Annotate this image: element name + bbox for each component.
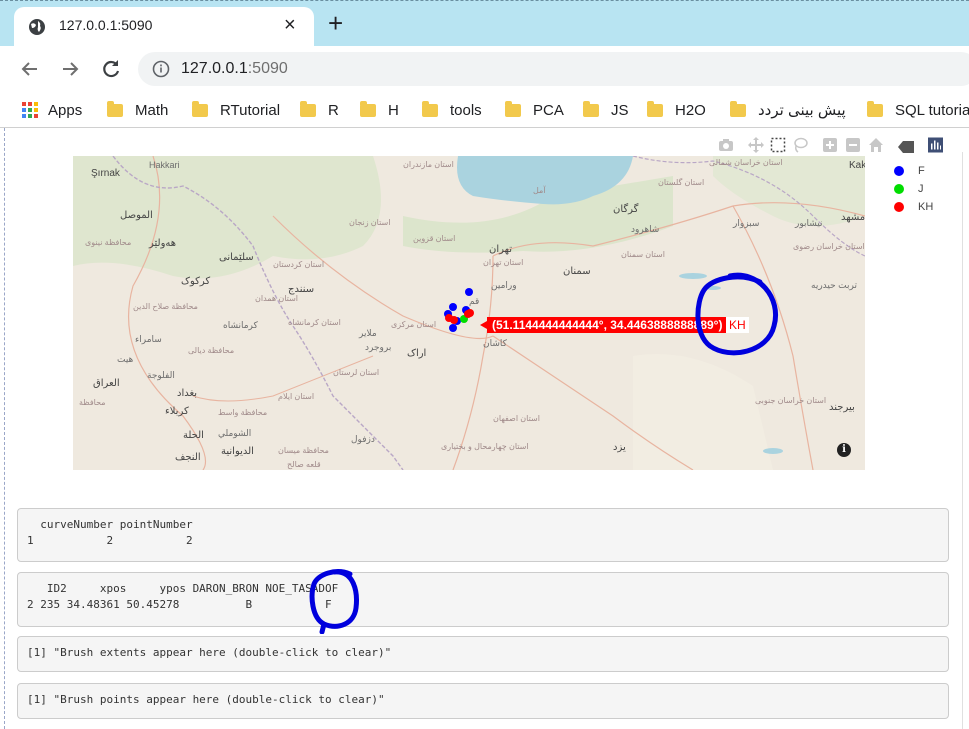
globe-icon: [29, 19, 45, 35]
legend-item-j[interactable]: J: [890, 181, 960, 199]
folder-icon: [360, 100, 376, 117]
bookmark-label: SQL tutoria: [895, 101, 969, 119]
page-guide-line: [4, 128, 5, 729]
bookmark-label: JS: [611, 101, 629, 119]
bookmark-label: PCA: [533, 101, 564, 119]
folder-icon: [867, 100, 883, 117]
marker-kh[interactable]: [450, 316, 458, 324]
folder-icon: [730, 100, 746, 117]
bookmark-h[interactable]: H: [360, 100, 399, 120]
browser-toolbar: 127.0.0.1:5090: [0, 46, 969, 92]
folder-icon: [300, 100, 316, 117]
tab-strip: 127.0.0.1:5090 × +: [0, 0, 969, 47]
bookmark-sql-tutorial[interactable]: SQL tutoria: [867, 100, 969, 120]
brush-points-output: [1] "Brush points appear here (double-cl…: [17, 683, 949, 719]
url-port: :5090: [247, 60, 288, 77]
hover-tooltip: (51.1144444444444°, 34.4463888888889°): [479, 317, 728, 333]
bookmark-label: H2O: [675, 101, 706, 119]
map-legend: F J KH: [890, 163, 960, 217]
bookmark-r[interactable]: R: [300, 100, 339, 120]
brush-extents-output: [1] "Brush extents appear here (double-c…: [17, 636, 949, 672]
plotly-logo-icon[interactable]: [928, 137, 943, 153]
attribution-info-icon[interactable]: i: [837, 443, 851, 457]
tab-title: 127.0.0.1:5090: [59, 17, 153, 33]
hover-tooltip-series: KH: [726, 317, 749, 333]
bookmark-h2o[interactable]: H2O: [647, 100, 706, 120]
page-divider: [962, 152, 963, 729]
legend-marker: [894, 184, 904, 194]
legend-label: KH: [918, 201, 934, 213]
marker-f[interactable]: [449, 303, 457, 311]
bookmark-math[interactable]: Math: [107, 100, 168, 120]
marker-layer: [444, 288, 474, 332]
folder-icon: [647, 100, 663, 117]
bookmark-rtutorial[interactable]: RTutorial: [192, 100, 280, 120]
selected-row-output: ID2 xpos ypos DARON_BRON NOE_TASADOF 2 2…: [17, 572, 949, 627]
zoom-out-icon[interactable]: [846, 137, 860, 153]
bookmark-js[interactable]: JS: [583, 100, 629, 120]
folder-icon: [583, 100, 599, 117]
marker-f[interactable]: [449, 324, 457, 332]
bookmark-label: RTutorial: [220, 101, 281, 119]
folder-icon: [107, 100, 123, 117]
click-output: curveNumber pointNumber 1 2 2: [17, 508, 949, 562]
back-icon[interactable]: [20, 59, 40, 79]
lasso-select-icon[interactable]: [792, 137, 808, 153]
box-select-icon[interactable]: [770, 137, 786, 153]
bookmark-label: Math: [135, 101, 169, 119]
legend-marker: [894, 202, 904, 212]
bookmark-pca[interactable]: PCA: [505, 100, 564, 120]
marker-f[interactable]: [465, 288, 473, 296]
bookmark-tools[interactable]: tools: [422, 100, 482, 120]
bookmark-label: R: [328, 101, 339, 119]
address-bar[interactable]: 127.0.0.1:5090: [138, 52, 969, 86]
legend-item-kh[interactable]: KH: [890, 199, 960, 217]
legend-label: F: [918, 165, 925, 177]
pan-icon[interactable]: [748, 137, 764, 153]
bookmarks-bar: Apps Math RTutorial R H tools PCA JS H2O…: [0, 92, 969, 128]
legend-marker: [894, 166, 904, 176]
map-plot[interactable]: Şırnak Hakkari الموصل محافظة نينوى هەولێ…: [73, 156, 865, 470]
bookmark-label: پیش بینی تردد: [758, 102, 846, 119]
hover-toggle-icon[interactable]: [898, 139, 914, 155]
folder-icon: [505, 100, 521, 117]
folder-icon: [422, 100, 438, 117]
url-host: 127.0.0.1: [181, 60, 248, 77]
zoom-in-icon[interactable]: [823, 137, 837, 153]
bookmark-label: H: [388, 101, 399, 119]
bookmark-label: tools: [450, 101, 482, 119]
close-tab-icon[interactable]: ×: [284, 14, 296, 37]
folder-icon: [192, 100, 208, 117]
reload-icon[interactable]: [100, 58, 122, 80]
bookmark-label: Apps: [48, 101, 83, 119]
browser-tab[interactable]: 127.0.0.1:5090 ×: [14, 7, 314, 47]
apps-grid-icon: [22, 102, 38, 118]
forward-icon[interactable]: [60, 59, 80, 79]
marker-kh[interactable]: [466, 309, 474, 317]
home-icon[interactable]: [868, 137, 884, 153]
site-info-icon[interactable]: [152, 60, 170, 78]
url-text: 127.0.0.1:5090: [181, 60, 288, 78]
legend-label: J: [918, 183, 924, 195]
legend-item-f[interactable]: F: [890, 163, 960, 181]
bookmark-traffic-forecast[interactable]: پیش بینی تردد: [730, 100, 846, 120]
camera-icon[interactable]: [718, 137, 734, 153]
new-tab-button[interactable]: +: [328, 9, 343, 37]
bookmark-apps[interactable]: Apps: [22, 100, 82, 120]
